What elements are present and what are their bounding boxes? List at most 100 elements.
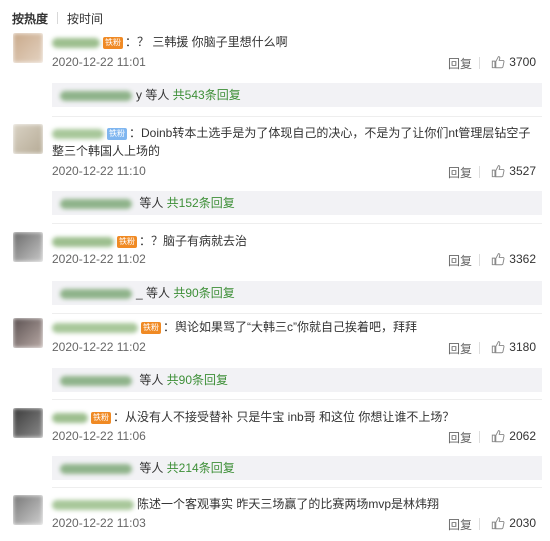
comment-line: 铁粉 ：？脑子有病就去治 [52, 232, 542, 250]
avatar[interactable] [13, 124, 43, 154]
comment-line: 铁粉 ：舆论如果骂了“大韩三c”你就自己挨着吧，拜拜 [52, 318, 542, 336]
comment-divider [52, 223, 542, 224]
comment-text: ：？脑子有病就去治 [139, 234, 248, 248]
comment-text: 陈述一个客观事实 昨天三场赢了的比赛两场mvp是林炜翔 [137, 497, 440, 511]
replier-name-blurred[interactable] [60, 198, 132, 209]
like-count: 3362 [509, 252, 536, 266]
reply-button[interactable]: 回复 [448, 516, 472, 533]
sort-by-time-tab[interactable]: 按时间 [67, 10, 103, 27]
reply-button[interactable]: 回复 [448, 340, 472, 357]
replier-name-blurred[interactable] [60, 288, 132, 299]
like-button[interactable]: 3527 [491, 164, 536, 178]
username-blurred[interactable] [52, 499, 134, 510]
comment-meta: 2020-12-22 11:06 回复 2062 [52, 429, 536, 445]
comment-meta: 2020-12-22 11:01 回复 3700 [52, 55, 536, 71]
reply-others: 等人 [142, 88, 173, 102]
like-count: 3700 [509, 55, 536, 69]
username-blurred[interactable] [52, 322, 138, 333]
reply-summary: 等人 共152条回复 [52, 191, 542, 215]
reply-others: 等人 [136, 461, 167, 475]
reply-button[interactable]: 回复 [448, 252, 472, 269]
comment-divider [52, 313, 542, 314]
reply-summary: y 等人 共543条回复 [52, 83, 542, 107]
like-button[interactable]: 3362 [491, 252, 536, 266]
comment-line: 陈述一个客观事实 昨天三场赢了的比赛两场mvp是林炜翔 [52, 495, 542, 513]
avatar[interactable] [13, 495, 43, 525]
like-count: 2062 [509, 429, 536, 443]
sort-by-hot-tab[interactable]: 按热度 [12, 10, 48, 27]
meta-separator [479, 431, 480, 443]
meta-separator [479, 342, 480, 354]
view-replies-link[interactable]: 共214条回复 [167, 461, 235, 475]
reply-button[interactable]: 回复 [448, 429, 472, 446]
username-blurred[interactable] [52, 37, 100, 48]
fan-badge: 铁粉 [117, 235, 137, 248]
sort-separator [57, 12, 59, 24]
username-blurred[interactable] [52, 236, 114, 247]
comment-line: 铁粉：？ 三韩援 你脑子里想什么啊 [52, 33, 542, 51]
like-button[interactable]: 3700 [491, 55, 536, 69]
comment-time: 2020-12-22 11:02 [52, 340, 146, 354]
comment-time: 2020-12-22 11:06 [52, 429, 146, 443]
avatar[interactable] [13, 232, 43, 262]
meta-separator [479, 518, 480, 530]
reply-others: 等人 [142, 286, 174, 300]
thumbs-up-icon [492, 430, 505, 443]
reply-button[interactable]: 回复 [448, 55, 472, 72]
comment-line: 铁粉 ：Doinb转本土选手是为了体现自己的决心，不是为了让你们nt管理层钻空子整… [52, 124, 542, 160]
fan-badge: 铁粉 [141, 321, 161, 334]
view-replies-link[interactable]: 共90条回复 [173, 286, 234, 300]
comment-divider [52, 487, 542, 488]
like-count: 2030 [509, 516, 536, 530]
like-count: 3180 [509, 340, 536, 354]
avatar[interactable] [13, 318, 43, 348]
thumbs-up-icon [492, 517, 505, 530]
comment-text: ：舆论如果骂了“大韩三c”你就自己挨着吧，拜拜 [163, 320, 417, 334]
replier-name-blurred[interactable] [60, 463, 132, 474]
meta-separator [479, 254, 480, 266]
view-replies-link[interactable]: 共543条回复 [173, 88, 241, 102]
replier-name-blurred[interactable] [60, 90, 132, 101]
avatar[interactable] [13, 33, 43, 63]
comment-meta: 2020-12-22 11:03 回复 2030 [52, 516, 536, 532]
comment-time: 2020-12-22 11:01 [52, 55, 146, 69]
thumbs-up-icon [492, 341, 505, 354]
comment-text: ：从没有人不接受替补 只是牛宝 inb哥 和这位 你想让谁不上场？ [113, 410, 455, 424]
fan-badge: 铁粉 [91, 411, 111, 424]
like-button[interactable]: 2030 [491, 516, 536, 530]
comment-time: 2020-12-22 11:10 [52, 164, 146, 178]
meta-separator [479, 57, 480, 69]
like-button[interactable]: 2062 [491, 429, 536, 443]
comment-text: ：？ 三韩援 你脑子里想什么啊 [125, 35, 288, 49]
reply-summary: 等人 共90条回复 [52, 368, 542, 392]
comment-divider [52, 116, 542, 117]
thumbs-up-icon [492, 56, 505, 69]
thumbs-up-icon [492, 253, 505, 266]
replier-name-tail: _ [136, 286, 143, 300]
comment-divider [52, 399, 542, 400]
like-button[interactable]: 3180 [491, 340, 536, 354]
username-blurred[interactable] [52, 412, 88, 423]
reply-others: 等人 [136, 373, 167, 387]
fan-badge: 铁粉 [103, 36, 123, 49]
comment-meta: 2020-12-22 11:02 回复 3362 [52, 252, 536, 268]
comment-line: 铁粉 ：从没有人不接受替补 只是牛宝 inb哥 和这位 你想让谁不上场？ [52, 408, 542, 426]
comment-time: 2020-12-22 11:03 [52, 516, 146, 530]
meta-separator [479, 166, 480, 178]
comment-time: 2020-12-22 11:02 [52, 252, 146, 266]
view-replies-link[interactable]: 共152条回复 [167, 196, 235, 210]
replier-name-blurred[interactable] [60, 375, 132, 386]
reply-button[interactable]: 回复 [448, 164, 472, 181]
comment-meta: 2020-12-22 11:02 回复 3180 [52, 340, 536, 356]
reply-summary: 等人 共214条回复 [52, 456, 542, 480]
like-count: 3527 [509, 164, 536, 178]
comment-meta: 2020-12-22 11:10 回复 3527 [52, 164, 536, 180]
thumbs-up-icon [492, 165, 505, 178]
sort-bar: 按热度 按时间 [12, 10, 103, 26]
reply-others: 等人 [136, 196, 167, 210]
fan-badge: 铁粉 [107, 127, 127, 140]
reply-summary: _ 等人 共90条回复 [52, 281, 542, 305]
view-replies-link[interactable]: 共90条回复 [167, 373, 228, 387]
avatar[interactable] [13, 408, 43, 438]
username-blurred[interactable] [52, 128, 104, 139]
